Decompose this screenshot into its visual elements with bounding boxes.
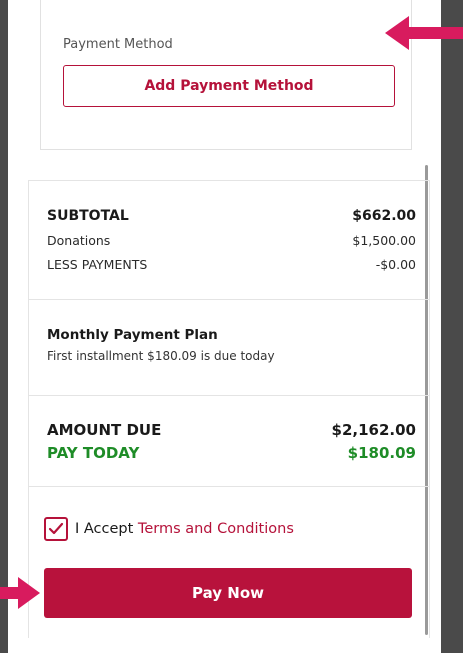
terms-text: I Accept Terms and Conditions — [75, 521, 294, 537]
less-payments-value: -$0.00 — [375, 257, 416, 272]
payment-method-label: Payment Method — [63, 37, 173, 52]
pay-now-button[interactable]: Pay Now — [44, 568, 412, 618]
subtotal-row: SUBTOTAL $662.00 — [47, 208, 416, 224]
amount-due-row: AMOUNT DUE $2,162.00 — [47, 421, 416, 439]
donations-value: $1,500.00 — [352, 233, 416, 248]
terms-checkbox[interactable] — [44, 517, 68, 541]
payment-plan-title: Monthly Payment Plan — [47, 327, 218, 343]
divider — [29, 486, 429, 487]
less-payments-row: LESS PAYMENTS -$0.00 — [47, 257, 416, 272]
checkmark-icon — [48, 522, 64, 535]
pay-today-row: PAY TODAY $180.09 — [47, 444, 416, 462]
device-frame-right — [441, 0, 463, 653]
payment-plan-subtitle: First installment $180.09 is due today — [47, 349, 275, 363]
amount-due-value: $2,162.00 — [331, 421, 416, 439]
pay-today-label: PAY TODAY — [47, 444, 140, 462]
divider — [29, 299, 429, 300]
divider — [29, 395, 429, 396]
device-frame-left — [0, 0, 8, 653]
less-payments-label: LESS PAYMENTS — [47, 257, 148, 272]
arrow-left-icon — [385, 16, 463, 50]
pay-today-value: $180.09 — [347, 444, 416, 462]
add-payment-method-button[interactable]: Add Payment Method — [63, 65, 395, 107]
terms-prefix: I Accept — [75, 521, 134, 537]
subtotal-label: SUBTOTAL — [47, 208, 129, 224]
amount-due-label: AMOUNT DUE — [47, 421, 162, 439]
donations-label: Donations — [47, 233, 111, 248]
donations-row: Donations $1,500.00 — [47, 233, 416, 248]
subtotal-value: $662.00 — [352, 208, 416, 224]
terms-and-conditions-link[interactable]: Terms and Conditions — [138, 521, 294, 537]
arrow-right-icon — [0, 577, 40, 609]
